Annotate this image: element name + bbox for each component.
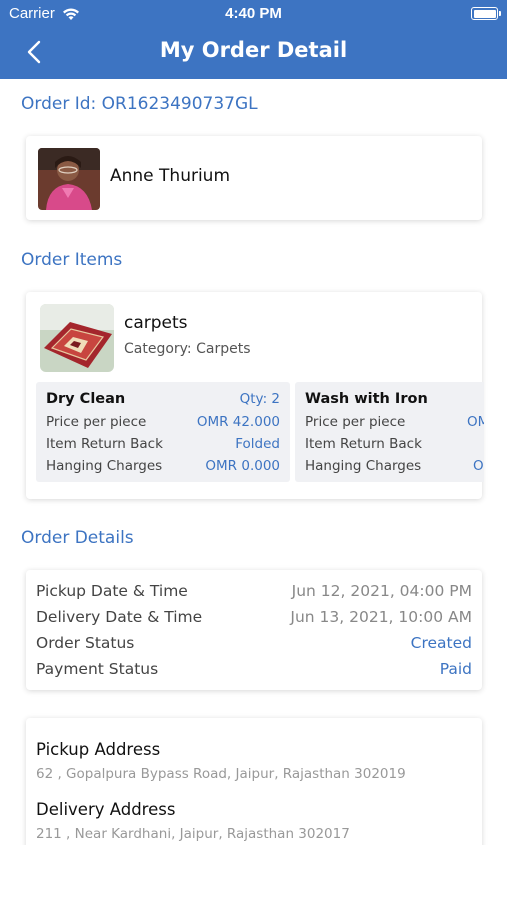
pickup-address-value: 62 , Gopalpura Bypass Road, Jaipur, Raja…	[36, 766, 406, 782]
detail-label: Delivery Date & Time	[36, 608, 203, 626]
item-thumbnail	[40, 304, 114, 372]
hanging-label: Hanging Charges	[305, 458, 422, 474]
customer-name: Anne Thurium	[110, 166, 231, 186]
clock-time: 4:40 PM	[225, 5, 282, 22]
hanging-label: Hanging Charges	[46, 458, 163, 474]
order-status-value: Created	[410, 634, 472, 652]
return-value: Folded	[235, 436, 280, 452]
order-details-heading: Order Details	[21, 528, 134, 548]
price-label: Price per piece	[305, 414, 406, 430]
detail-label: Payment Status	[36, 660, 159, 678]
hanging-value: OMR 0.000	[205, 458, 280, 474]
payment-status-value: Paid	[439, 660, 472, 678]
item-name: carpets	[124, 313, 188, 333]
customer-card: Anne Thurium	[26, 136, 482, 220]
item-category: Category: Carpets	[124, 341, 251, 357]
order-items-heading: Order Items	[21, 250, 123, 270]
order-item-card[interactable]: carpets Category: Carpets Dry Clean Qty:…	[26, 292, 484, 499]
price-value: OMI	[467, 414, 484, 430]
service-name: Dry Clean	[46, 391, 126, 407]
detail-row-pickup: Pickup Date & Time Jun 12, 2021, 04:00 P…	[36, 582, 472, 600]
app-header: Carrier 4:40 PM My Order Detail	[0, 0, 507, 79]
address-card: Pickup Address 62 , Gopalpura Bypass Roa…	[26, 718, 482, 858]
service-name: Wash with Iron	[305, 391, 428, 407]
price-label: Price per piece	[46, 414, 147, 430]
detail-value: Jun 12, 2021, 04:00 PM	[291, 582, 472, 600]
status-bar: Carrier 4:40 PM	[0, 0, 507, 28]
detail-value: Jun 13, 2021, 10:00 AM	[290, 608, 472, 626]
detail-label: Pickup Date & Time	[36, 582, 188, 600]
price-value: OMR 42.000	[196, 414, 280, 430]
return-label: Item Return Back	[46, 436, 163, 452]
detail-row-order-status: Order Status Created	[36, 634, 472, 652]
avatar	[38, 148, 100, 210]
service-card[interactable]: Dry Clean Qty: 2 Price per piece OMR 42.…	[36, 382, 290, 482]
page-title: My Order Detail	[159, 38, 348, 62]
return-label: Item Return Back	[305, 436, 422, 452]
hanging-value: OM	[473, 458, 484, 474]
service-card[interactable]: Wash with Iron Price per piece OMI Item …	[295, 382, 484, 482]
pickup-address-label: Pickup Address	[36, 740, 161, 759]
order-details-card: Pickup Date & Time Jun 12, 2021, 04:00 P…	[26, 570, 482, 690]
delivery-address-value: 211 , Near Kardhani, Jaipur, Rajasthan 3…	[36, 826, 350, 842]
order-id: Order Id: OR1623490737GL	[21, 94, 258, 114]
detail-label: Order Status	[36, 634, 135, 652]
detail-row-delivery: Delivery Date & Time Jun 13, 2021, 10:00…	[36, 608, 472, 626]
battery-icon	[471, 7, 501, 20]
service-qty: Qty: 2	[239, 391, 280, 407]
services-scroller[interactable]: Dry Clean Qty: 2 Price per piece OMR 42.…	[36, 382, 484, 482]
bottom-mask	[0, 845, 507, 900]
delivery-address-label: Delivery Address	[36, 800, 176, 819]
detail-row-payment-status: Payment Status Paid	[36, 660, 472, 678]
